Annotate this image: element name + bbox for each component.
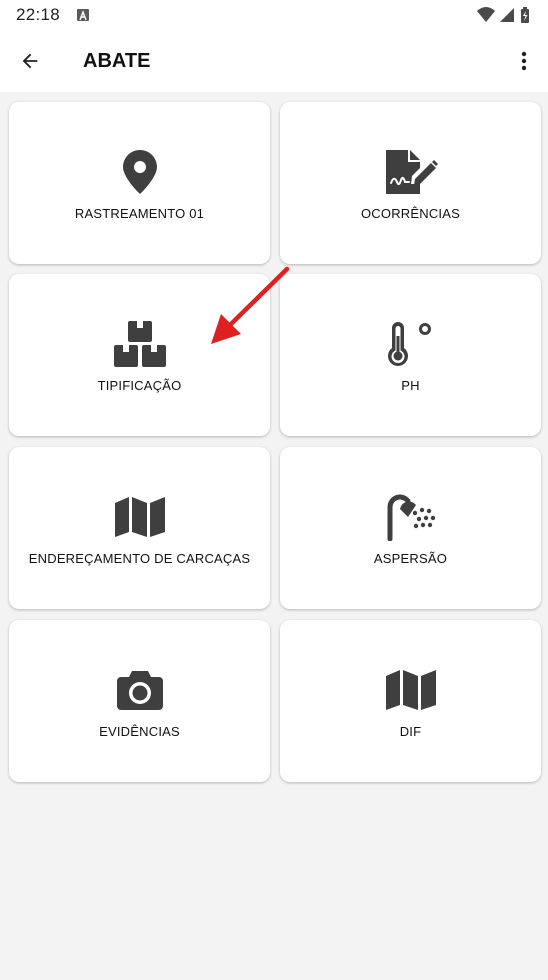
annotation-arrow-icon — [205, 262, 295, 347]
tile-dif[interactable]: DIF — [280, 620, 541, 782]
shower-icon — [280, 493, 541, 541]
tile-aspersao[interactable]: ASPERSÃO — [280, 447, 541, 609]
tile-ocorrencias[interactable]: OCORRÊNCIAS — [280, 102, 541, 264]
tile-rastreamento[interactable]: RASTREAMENTO 01 — [9, 102, 270, 264]
tile-label: RASTREAMENTO 01 — [74, 206, 205, 221]
tile-ph[interactable]: PH — [280, 274, 541, 436]
map-marker-icon — [9, 148, 270, 196]
tile-label: ASPERSÃO — [373, 551, 448, 566]
camera-icon — [9, 666, 270, 714]
tile-label: ENDEREÇAMENTO DE CARCAÇAS — [28, 551, 251, 566]
tile-enderecamento-carcacas[interactable]: ENDEREÇAMENTO DE CARCAÇAS — [9, 447, 270, 609]
tile-label: DIF — [399, 724, 422, 739]
temperature-icon — [280, 320, 541, 368]
back-button[interactable] — [12, 43, 48, 79]
status-time: 22:18 — [16, 5, 61, 24]
overflow-menu-button[interactable] — [512, 43, 536, 79]
tile-label: OCORRÊNCIAS — [361, 206, 460, 221]
wifi-icon — [477, 7, 495, 22]
map-icon — [9, 493, 270, 541]
tile-label: EVIDÊNCIAS — [99, 724, 180, 739]
tile-evidencias[interactable]: EVIDÊNCIAS — [9, 620, 270, 782]
tile-label: TIPIFICAÇÃO — [97, 378, 182, 393]
tile-label: PH — [401, 378, 420, 393]
app-notification-icon — [77, 9, 89, 21]
status-bar: 22:18 — [0, 0, 548, 30]
more-vert-icon — [521, 51, 527, 71]
file-signature-icon — [280, 148, 541, 196]
signal-icon — [500, 8, 514, 22]
battery-icon — [521, 7, 529, 23]
page-title: ABATE — [83, 50, 151, 72]
status-icons — [476, 6, 534, 24]
arrow-back-icon — [22, 53, 38, 69]
app-bar: ABATE — [0, 30, 548, 92]
map-icon — [280, 666, 541, 714]
